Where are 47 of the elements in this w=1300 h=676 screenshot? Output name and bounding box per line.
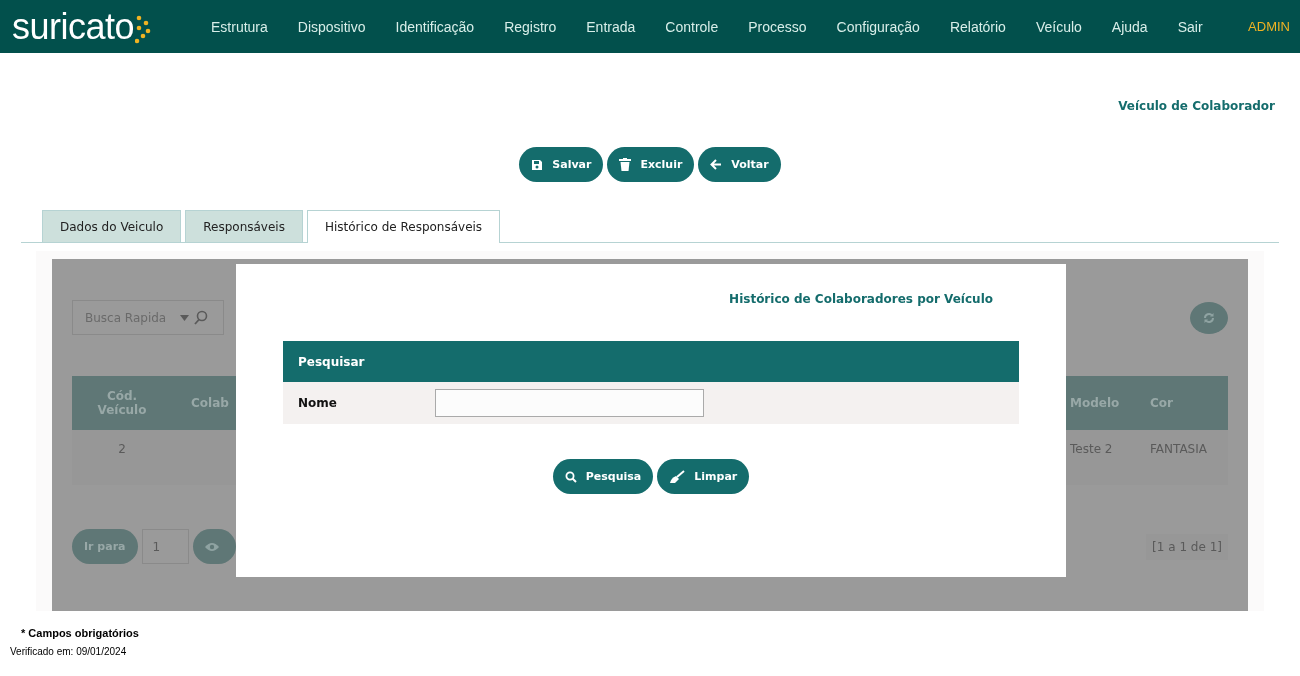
nav-menu-item[interactable]: Dispositivo (282, 18, 381, 35)
table-cell-text: FANTASIA (1150, 442, 1207, 458)
verified-date: Verificado em: 09/01/2024 (10, 646, 128, 657)
required-fields-note: * Campos obrigatórios (21, 627, 140, 639)
broom-icon (669, 469, 686, 484)
user-name[interactable]: ADMIN (1248, 19, 1290, 34)
search-icon (194, 310, 208, 325)
column-header: Colab (190, 396, 229, 410)
view-button[interactable] (192, 529, 236, 564)
nav-menu-item[interactable]: Controle (650, 18, 734, 35)
column-header: Cor (1150, 396, 1173, 410)
table-cell-text: 2 (118, 442, 126, 458)
dropdown-caret-icon (180, 315, 189, 321)
section-title: Pesquisar (298, 354, 365, 369)
column-header: Cód. Veículo (96, 389, 148, 417)
field-label: Nome (298, 396, 338, 410)
action-button[interactable]: Voltar (698, 147, 781, 182)
nav-menu-item[interactable]: Registro (489, 18, 572, 35)
brand-logo-text: suricato (12, 8, 135, 45)
nav-menu-item[interactable]: Relatório (934, 18, 1021, 35)
nav-menu-item[interactable]: Identificação (380, 18, 490, 35)
nav-menu-item[interactable]: Estrutura (196, 18, 283, 35)
action-button[interactable]: Salvar (519, 147, 604, 182)
modal-action-button[interactable]: Pesquisa (552, 459, 654, 494)
action-button[interactable]: Excluir (607, 147, 695, 182)
modal-action-button[interactable]: Limpar (657, 459, 750, 494)
name-input-field[interactable] (435, 389, 704, 417)
nav-menu-item[interactable]: Veículo (1020, 18, 1097, 35)
table-cell-text: Teste 2 (1070, 442, 1113, 458)
trash-icon (619, 158, 632, 171)
column-header: Modelo (1070, 396, 1120, 410)
refresh-icon (1203, 311, 1215, 324)
tab[interactable]: Responsáveis (185, 210, 303, 242)
nav-menu-item[interactable]: Configuração (821, 18, 935, 35)
eye-icon (204, 541, 219, 552)
left-arrow-icon (710, 159, 723, 170)
modal-title: Histórico de Colaboradores por Veículo (729, 292, 993, 306)
tab[interactable]: Dados do Veiculo (42, 210, 182, 242)
search-icon (564, 470, 577, 483)
dots-logo-icon (135, 13, 152, 44)
refresh-button[interactable] (1190, 301, 1228, 334)
page-title: Veículo de Colaborador (1118, 99, 1275, 113)
nav-menu-item[interactable]: Processo (733, 18, 822, 35)
nav-menu-item[interactable]: Ajuda (1096, 18, 1163, 35)
nav-menu-item[interactable]: Entrada (571, 18, 651, 35)
nav-menu-item[interactable]: Sair (1162, 18, 1218, 35)
tab[interactable]: Histórico de Responsáveis (306, 210, 501, 243)
